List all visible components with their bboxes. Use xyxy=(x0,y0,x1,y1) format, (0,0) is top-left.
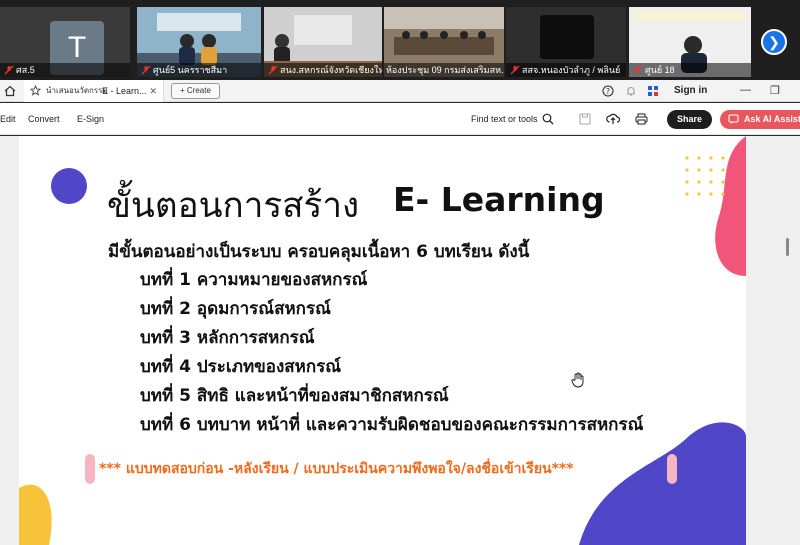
list-item: บทที่ 4 ประเภทของสหกรณ์ xyxy=(140,357,342,377)
restore-icon[interactable]: ❐ xyxy=(770,84,780,97)
mic-muted-icon xyxy=(141,65,151,75)
bell-icon[interactable] xyxy=(625,85,637,97)
apps-icon[interactable] xyxy=(647,85,659,97)
scrollbar[interactable] xyxy=(786,238,789,256)
esign-menu[interactable]: E-Sign xyxy=(77,103,104,135)
list-item: บทที่ 3 หลักการสหกรณ์ xyxy=(140,328,315,348)
slide-intro: มีขั้นตอนอย่างเป็นระบบ ครอบคลุมเนื้อหา 6… xyxy=(108,242,530,262)
participant-strip: T ศส.5 ศูนย์5 นครราชสีมา สนง.สหกรณ์จังหว… xyxy=(0,0,800,80)
lesson-list: บทที่ 1 ความหมายของสหกรณ์ บทที่ 2 อุดมกา… xyxy=(140,266,643,440)
list-item: บทที่ 6 บทบาท หน้าที่ และความรับผิดชอบขอ… xyxy=(140,415,644,435)
note-text: *** แบบทดสอบก่อน -หลังเรียน / แบบประเมิน… xyxy=(99,461,574,477)
participant-tile[interactable]: T ศส.5 xyxy=(0,7,130,77)
participant-name: ศส.5 xyxy=(0,63,130,77)
search-icon[interactable] xyxy=(542,113,554,125)
video-off-placeholder xyxy=(540,15,594,59)
tab-bar: นำเสนอนวัตกรรม E - Learn... ✕ + Create ?… xyxy=(0,80,800,102)
slide-title-thai: ขั้นตอนการสร้าง xyxy=(107,186,360,226)
participant-tile[interactable]: สสจ.หนองบัวลำภู / พลินย์ xyxy=(506,7,626,77)
slide-title-english: E- Learning xyxy=(393,180,605,219)
list-item: บทที่ 2 อุดมการณ์สหกรณ์ xyxy=(140,299,331,319)
slide-page: ขั้นตอนการสร้าง E- Learning มีขั้นตอนอย่… xyxy=(19,136,746,545)
participant-name: ศูนย์ 18 xyxy=(629,63,751,77)
participant-name: ศูนย์5 นครราชสีมา xyxy=(137,63,261,77)
svg-text:?: ? xyxy=(606,87,610,96)
mic-muted-icon xyxy=(268,65,278,75)
mic-muted-icon xyxy=(633,65,643,75)
banner-cap-right xyxy=(667,454,677,484)
participant-name: ห้องประชุม 09 กรมส่งเสริมสห... xyxy=(384,63,504,77)
tab-title-thai: นำเสนอนวัตกรรม xyxy=(46,86,108,95)
home-icon[interactable] xyxy=(4,85,16,97)
ask-ai-button[interactable]: Ask AI Assista xyxy=(720,110,800,129)
close-icon[interactable]: ✕ xyxy=(149,80,157,102)
participant-tile-active[interactable]: ศูนย์5 นครราชสีมา xyxy=(137,7,261,77)
minimize-icon[interactable]: — xyxy=(740,84,751,96)
upload-cloud-icon[interactable] xyxy=(606,112,620,125)
mic-muted-icon xyxy=(4,65,14,75)
create-button[interactable]: + Create xyxy=(171,83,220,99)
star-icon[interactable] xyxy=(30,85,41,96)
help-icon[interactable]: ? xyxy=(602,85,614,97)
chevron-right-icon[interactable]: ❯ xyxy=(761,29,787,55)
convert-menu[interactable]: Convert xyxy=(28,103,60,135)
save-icon[interactable] xyxy=(579,113,591,125)
hand-cursor-icon xyxy=(571,372,584,388)
mic-muted-icon xyxy=(510,65,520,75)
tab-document[interactable]: นำเสนอนวัตกรรม E - Learn... ✕ xyxy=(24,80,164,102)
share-button[interactable]: Share xyxy=(667,110,712,129)
list-item: บทที่ 5 สิทธิ และหน้าที่ของสมาชิกสหกรณ์ xyxy=(140,386,449,406)
tab-title: E - Learn... xyxy=(102,86,147,96)
print-icon[interactable] xyxy=(635,113,648,125)
participant-tile[interactable]: ศูนย์ 18 xyxy=(629,7,751,77)
participant-tile[interactable]: ห้องประชุม 09 กรมส่งเสริมสห... xyxy=(384,7,504,77)
participant-name: สนง.สหกรณ์จังหวัดเชียงใหม่ xyxy=(264,63,382,77)
list-item: บทที่ 1 ความหมายของสหกรณ์ xyxy=(140,270,368,290)
ai-assistant-icon xyxy=(728,114,739,124)
sign-in-link[interactable]: Sign in xyxy=(674,80,707,102)
participant-name: สสจ.หนองบัวลำภู / พลินย์ xyxy=(506,63,626,77)
edit-menu[interactable]: Edit xyxy=(0,103,16,135)
banner-cap-left xyxy=(85,454,95,484)
find-tools-field[interactable]: Find text or tools xyxy=(471,103,538,135)
participant-tile[interactable]: สนง.สหกรณ์จังหวัดเชียงใหม่ xyxy=(264,7,382,77)
toolbar: Edit Convert E-Sign Find text or tools S… xyxy=(0,103,800,135)
